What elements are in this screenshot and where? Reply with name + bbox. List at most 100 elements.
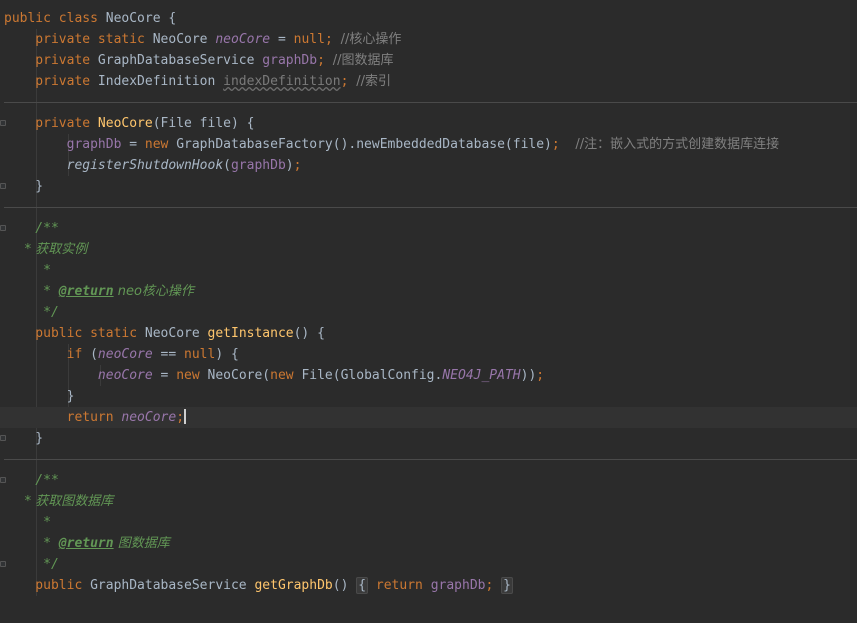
code-text: * 获取图数据库: [4, 491, 114, 512]
code-token: private static: [4, 32, 153, 47]
code-token: public class: [4, 11, 106, 26]
code-token: //核心操作: [340, 32, 402, 47]
code-text: */: [4, 554, 59, 575]
code-text: /**: [4, 218, 59, 239]
code-token: neoCore: [215, 32, 271, 47]
code-token: graphDb: [230, 158, 286, 173]
code-token: (: [90, 347, 98, 362]
code-token: new: [144, 137, 177, 152]
code-text: public class NeoCore {: [4, 8, 176, 29]
code-line-field3[interactable]: private IndexDefinition indexDefinition;…: [0, 71, 857, 92]
code-text: if (neoCore == null) {: [4, 344, 239, 365]
code-token: NEO4J_PATH: [442, 368, 521, 383]
code-token: NeoCore: [152, 32, 216, 47]
code-token: getInstance: [207, 326, 294, 341]
code-token: graphDb: [430, 578, 486, 593]
code-token: 图数据库: [113, 536, 170, 551]
code-line-doc1-desc[interactable]: * 获取实例: [0, 239, 857, 260]
code-token: ): [285, 158, 294, 173]
code-line-ctor-body1[interactable]: graphDb = new GraphDatabaseFactory().new…: [0, 134, 857, 155]
code-token: getGraphDb: [254, 578, 333, 593]
code-token: NeoCore: [97, 116, 153, 131]
code-token: File(GlobalConfig.: [301, 368, 443, 383]
code-line-doc1-open[interactable]: /**: [0, 218, 857, 239]
code-token: neoCore: [97, 347, 153, 362]
code-token: (: [223, 158, 231, 173]
code-token: public: [4, 578, 91, 593]
code-token: GraphDatabaseFactory().newEmbeddedDataba…: [176, 137, 552, 152]
fold-marker-icon[interactable]: [0, 561, 6, 567]
code-token: ==: [152, 347, 185, 362]
code-line-class[interactable]: public class NeoCore {: [0, 8, 857, 29]
code-text: *: [4, 260, 51, 281]
code-token: graphDb: [262, 53, 318, 68]
code-line-getgraphdb[interactable]: public GraphDatabaseService getGraphDb()…: [0, 575, 857, 596]
code-token: if: [4, 347, 91, 362]
code-text: }: [4, 386, 75, 407]
fold-marker-icon[interactable]: [0, 225, 6, 231]
code-text: private NeoCore(File file) {: [4, 113, 254, 134]
code-line-doc1-close[interactable]: */: [0, 302, 857, 323]
code-token: )): [520, 368, 537, 383]
method-separator: [4, 459, 857, 460]
code-line-ctor[interactable]: private NeoCore(File file) {: [0, 113, 857, 134]
code-token: =: [152, 368, 177, 383]
code-line-doc1-star[interactable]: *: [0, 260, 857, 281]
code-token: @return: [58, 536, 114, 551]
code-token: }: [4, 431, 44, 446]
code-token: ;: [551, 137, 576, 152]
code-text: graphDb = new GraphDatabaseFactory().new…: [4, 134, 780, 155]
code-text: return neoCore;: [4, 407, 187, 428]
code-line-doc2-close[interactable]: */: [0, 554, 857, 575]
code-token: (): [332, 578, 357, 593]
code-line-doc2-open[interactable]: /**: [0, 470, 857, 491]
code-line-assign[interactable]: neoCore = new NeoCore(new File(GlobalCon…: [0, 365, 857, 386]
code-line-field1[interactable]: private static NeoCore neoCore = null; /…: [0, 29, 857, 50]
code-text: registerShutdownHook(graphDb);: [4, 155, 302, 176]
code-token: * 获取图数据库: [4, 494, 114, 509]
code-token: public static: [4, 326, 145, 341]
code-line-field2[interactable]: private GraphDatabaseService graphDb; //…: [0, 50, 857, 71]
code-token: }: [4, 389, 75, 404]
fold-marker-icon[interactable]: [0, 120, 6, 126]
code-token: neoCore: [121, 410, 177, 425]
code-token: GraphDatabaseService: [97, 53, 263, 68]
code-editor[interactable]: public class NeoCore { private static Ne…: [0, 0, 857, 623]
code-token: ;: [536, 368, 545, 383]
code-text: * @return 图数据库: [4, 533, 170, 554]
code-text: neoCore = new NeoCore(new File(GlobalCon…: [4, 365, 544, 386]
code-token: null: [184, 347, 216, 362]
code-token: private: [4, 53, 98, 68]
code-token: *: [4, 536, 59, 551]
code-token: neo核心操作: [113, 284, 194, 299]
code-token: () {: [293, 326, 325, 341]
code-text: private static NeoCore neoCore = null; /…: [4, 29, 401, 50]
code-line-ctor-close[interactable]: }: [0, 176, 857, 197]
code-token: //注：嵌入式的方式创建数据库连接: [575, 137, 780, 152]
code-text: /**: [4, 470, 59, 491]
fold-marker-icon[interactable]: [0, 435, 6, 441]
code-token: ;: [317, 53, 333, 68]
code-line-doc2-return[interactable]: * @return 图数据库: [0, 533, 857, 554]
code-line-doc2-desc[interactable]: * 获取图数据库: [0, 491, 857, 512]
code-token: NeoCore(: [207, 368, 271, 383]
code-token: NeoCore: [144, 326, 208, 341]
code-token: graphDb: [4, 137, 122, 152]
code-line-doc2-star[interactable]: *: [0, 512, 857, 533]
fold-marker-icon[interactable]: [0, 477, 6, 483]
code-line-getinstance-close[interactable]: }: [0, 428, 857, 449]
code-token: neoCore: [4, 368, 153, 383]
code-line-if[interactable]: if (neoCore == null) {: [0, 344, 857, 365]
code-line-return[interactable]: return neoCore;: [0, 407, 857, 428]
fold-marker-icon[interactable]: [0, 183, 6, 189]
code-line-getinstance[interactable]: public static NeoCore getInstance() {: [0, 323, 857, 344]
code-line-doc1-return[interactable]: * @return neo核心操作: [0, 281, 857, 302]
code-token: * 获取实例: [4, 242, 88, 257]
code-line-if-close[interactable]: }: [0, 386, 857, 407]
code-token: *: [4, 284, 59, 299]
code-token: indexDefinition: [223, 74, 341, 89]
code-line-ctor-body2[interactable]: registerShutdownHook(graphDb);: [0, 155, 857, 176]
code-token: *: [4, 515, 51, 530]
code-token: registerShutdownHook: [4, 158, 224, 173]
code-token: return: [375, 578, 431, 593]
